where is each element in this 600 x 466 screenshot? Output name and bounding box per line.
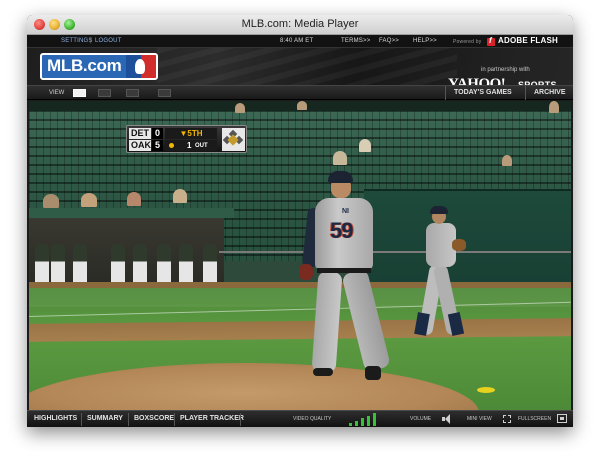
view-toolbar: VIEW TODAY'S GAMES ARCHIVE: [27, 85, 573, 100]
view-mode-quad-button[interactable]: [158, 89, 171, 97]
faq-link[interactable]: FAQ>>: [379, 38, 399, 44]
window-title: MLB.com: Media Player: [241, 18, 359, 30]
boxscore-button[interactable]: BOXSCORE: [134, 415, 174, 422]
settings-link[interactable]: SETTINGS: [61, 38, 93, 44]
adobe-flash-icon: [487, 36, 495, 46]
away-score: 0: [152, 128, 163, 139]
volume-label: VOLUME: [410, 416, 432, 422]
pitcher-glove: [299, 264, 313, 280]
quality-bar: [367, 415, 370, 426]
spectator: [127, 192, 141, 206]
speaker-icon[interactable]: [442, 414, 454, 424]
fielder-glove: [452, 239, 466, 251]
outs-count: 1: [187, 141, 192, 150]
video-quality-label: VIDEO QUALITY: [293, 416, 332, 422]
summary-button[interactable]: SUMMARY: [87, 415, 123, 422]
partnership-label: in partnership with: [481, 67, 530, 73]
quality-bar: [355, 420, 358, 426]
outs-label: OUT: [195, 143, 208, 149]
home-score: 5: [152, 140, 163, 151]
spectator: [235, 103, 245, 113]
mini-view-label[interactable]: MINI VIEW: [467, 416, 492, 422]
rosin-bag: [477, 387, 495, 393]
help-link[interactable]: HELP>>: [413, 38, 437, 44]
fullscreen-label[interactable]: FULLSCREEN: [518, 416, 551, 422]
quality-bar: [373, 413, 376, 426]
spectator: [502, 155, 512, 166]
title-bar[interactable]: MLB.com: Media Player: [27, 15, 573, 35]
quality-bar: [361, 418, 364, 426]
jersey-name: NI: [342, 208, 349, 215]
spectator: [549, 101, 559, 113]
spectator: [173, 189, 187, 203]
adobe-flash-label: ADOBE FLASH: [498, 36, 558, 45]
divider: [128, 413, 129, 426]
todays-games-button[interactable]: TODAY'S GAMES: [445, 86, 525, 100]
powered-by-label: Powered by: [453, 39, 482, 45]
home-team: OAK: [129, 140, 151, 151]
quality-bar: [349, 423, 352, 426]
divider: [81, 413, 82, 426]
view-label: VIEW: [49, 90, 65, 96]
field-railing: [219, 251, 571, 253]
highlights-button[interactable]: HIGHLIGHTS: [34, 415, 77, 422]
pitcher-cap: [328, 171, 353, 183]
terms-link[interactable]: TERMS>>: [341, 38, 370, 44]
spectator: [43, 194, 59, 208]
spectator: [359, 139, 371, 152]
top-utility-bar: SETTINGS | LOGOUT 8:40 AM ET TERMS>> FAQ…: [27, 35, 573, 48]
spectator: [81, 193, 97, 207]
divider: [240, 413, 241, 426]
out-dot-icon: [169, 143, 174, 148]
pitcher: NI 59: [287, 160, 391, 390]
logout-link[interactable]: LOGOUT: [95, 38, 122, 44]
player-control-bar: HIGHLIGHTS SUMMARY BOXSCORE PLAYER TRACK…: [27, 410, 573, 427]
jersey-number: 59: [330, 218, 354, 243]
view-mode-pip-button[interactable]: [126, 89, 139, 97]
mlb-logo-text: MLB.com: [47, 56, 122, 75]
mlb-logo[interactable]: MLB.com: [40, 53, 158, 80]
dugout-roof: [29, 208, 234, 218]
archive-button[interactable]: ARCHIVE: [525, 86, 573, 100]
view-mode-single-button[interactable]: [73, 89, 86, 97]
outs-indicator: 1 OUT: [165, 140, 217, 151]
base-runners-diamond-icon: [222, 128, 245, 151]
outfield-wall: [364, 189, 571, 289]
dugout: [29, 208, 224, 288]
away-team: DET: [129, 128, 151, 139]
spectator: [297, 101, 307, 110]
view-mode-split-button[interactable]: [98, 89, 111, 97]
media-player-window: MLB.com: Media Player SETTINGS | LOGOUT …: [27, 15, 573, 427]
link-separator: |: [90, 38, 92, 44]
video-frame[interactable]: NI 59 DET 0 OAK 5 ▼5TH 1 OUT: [29, 101, 571, 410]
infielder: [414, 206, 466, 349]
inning-indicator: ▼5TH: [165, 128, 217, 139]
current-time: 8:40 AM ET: [280, 38, 314, 44]
mini-view-icon[interactable]: [503, 415, 511, 423]
divider: [174, 413, 175, 426]
mlb-batter-emblem-icon: [126, 55, 156, 78]
video-quality-meter[interactable]: [349, 413, 383, 426]
score-bug: DET 0 OAK 5 ▼5TH 1 OUT: [126, 125, 247, 153]
player-tracker-button[interactable]: PLAYER TRACKER: [180, 415, 244, 422]
fullscreen-icon[interactable]: [557, 414, 567, 423]
